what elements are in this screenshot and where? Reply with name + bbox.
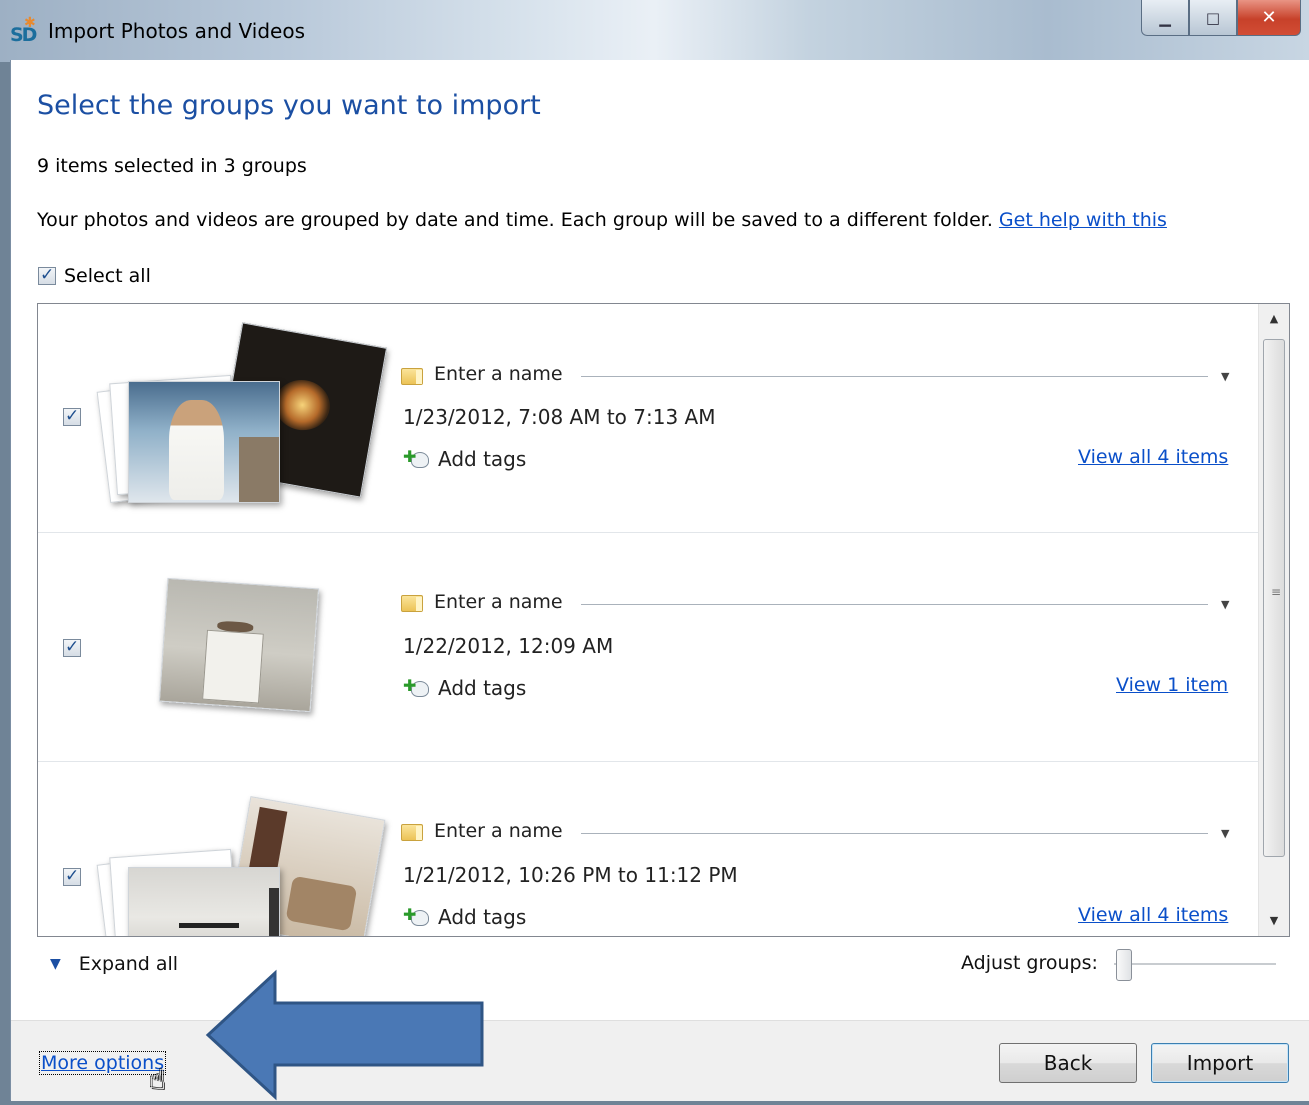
grip-icon: ≡ (1271, 585, 1282, 599)
chair-photo (285, 875, 358, 932)
folder-icon (401, 821, 423, 841)
more-options-link[interactable]: More options (39, 1051, 167, 1075)
select-all-checkbox[interactable]: Select all (38, 265, 151, 287)
group-checkbox[interactable] (63, 637, 81, 657)
title-bar: SD ✱ Import Photos and Videos ▁ □ ✕ (0, 0, 1309, 62)
app-icon: SD ✱ (10, 15, 38, 46)
group-thumbnail-stack[interactable] (93, 558, 393, 743)
group-checkbox[interactable] (63, 866, 81, 886)
group-row: Enter a name ▼ 1/23/2012, 7:08 AM to 7:1… (38, 304, 1258, 533)
group-thumbnail-stack[interactable] (93, 787, 393, 936)
scroll-down-icon[interactable]: ▼ (1259, 906, 1289, 936)
folder-icon (401, 365, 423, 385)
window-title: Import Photos and Videos (48, 19, 306, 43)
add-tags-field[interactable]: Add tags (438, 447, 526, 471)
view-items-link[interactable]: View 1 item (1116, 674, 1228, 696)
group-row: Enter a name ▼ 1/22/2012, 12:09 AM ✚ Add… (38, 533, 1258, 762)
minimize-button[interactable]: ▁ (1141, 0, 1189, 36)
adjust-groups-slider[interactable] (1114, 947, 1276, 983)
back-button[interactable]: Back (999, 1043, 1137, 1083)
name-underline (581, 604, 1208, 605)
window-controls: ▁ □ ✕ (1141, 0, 1301, 36)
scroll-thumb[interactable]: ≡ (1263, 339, 1285, 857)
expand-all-button[interactable]: ▼ Expand all (50, 953, 178, 975)
cake-photo (270, 375, 334, 435)
photo-card (158, 577, 320, 713)
scroll-up-icon[interactable]: ▲ (1259, 304, 1289, 334)
chevron-down-icon[interactable]: ▼ (1221, 370, 1229, 383)
description-body: Your photos and videos are grouped by da… (37, 209, 993, 231)
chevron-down-icon[interactable]: ▼ (1221, 827, 1229, 840)
door-photo (202, 629, 264, 704)
group-date: 1/22/2012, 12:09 AM (403, 634, 614, 658)
photo-detail (269, 888, 279, 936)
dialog-content: Select the groups you want to import 9 i… (10, 60, 1309, 1101)
name-underline (581, 376, 1208, 377)
group-date: 1/21/2012, 10:26 PM to 11:12 PM (403, 863, 738, 887)
import-button[interactable]: Import (1151, 1043, 1289, 1083)
add-tags-field[interactable]: Add tags (438, 905, 526, 929)
select-all-label: Select all (64, 265, 151, 287)
adjust-groups-label: Adjust groups: (961, 952, 1098, 974)
description-text: Your photos and videos are grouped by da… (37, 209, 1167, 231)
group-date: 1/23/2012, 7:08 AM to 7:13 AM (403, 405, 716, 429)
chevron-down-icon[interactable]: ▼ (1221, 598, 1229, 611)
view-items-link[interactable]: View all 4 items (1078, 446, 1228, 468)
add-tag-icon: ✚ (403, 676, 431, 701)
group-checkbox[interactable] (63, 406, 81, 426)
person-photo (169, 400, 224, 500)
group-name-input[interactable]: Enter a name (434, 820, 563, 842)
maximize-button[interactable]: □ (1189, 0, 1237, 36)
name-underline (581, 833, 1208, 834)
annotation-arrow-icon (205, 969, 484, 1101)
selection-summary: 9 items selected in 3 groups (37, 155, 307, 177)
vertical-scrollbar[interactable]: ▲ ≡ ▼ (1258, 304, 1289, 936)
group-row: Enter a name ▼ 1/21/2012, 10:26 PM to 11… (38, 762, 1258, 936)
group-name-input[interactable]: Enter a name (434, 591, 563, 613)
groups-list[interactable]: Enter a name ▼ 1/23/2012, 7:08 AM to 7:1… (37, 303, 1290, 937)
add-tag-icon: ✚ (403, 905, 431, 930)
help-link[interactable]: Get help with this (999, 209, 1167, 231)
photo-card (128, 381, 280, 503)
hand-cursor-icon: ☝ (149, 1063, 167, 1096)
chevron-down-icon: ▼ (50, 956, 61, 972)
photo-card (128, 867, 280, 936)
checkbox-checked-icon[interactable] (38, 265, 56, 285)
slider-knob[interactable] (1116, 949, 1132, 981)
photo-detail (179, 923, 239, 928)
expand-all-label: Expand all (78, 953, 179, 975)
add-tag-icon: ✚ (403, 447, 431, 472)
group-thumbnail-stack[interactable] (93, 322, 393, 514)
folder-icon (401, 592, 423, 612)
photo-detail (239, 437, 279, 502)
add-tags-field[interactable]: Add tags (438, 676, 526, 700)
group-name-input[interactable]: Enter a name (434, 363, 563, 385)
close-button[interactable]: ✕ (1237, 0, 1301, 36)
slider-track (1114, 963, 1276, 966)
page-title: Select the groups you want to import (37, 90, 541, 121)
view-items-link[interactable]: View all 4 items (1078, 904, 1228, 926)
